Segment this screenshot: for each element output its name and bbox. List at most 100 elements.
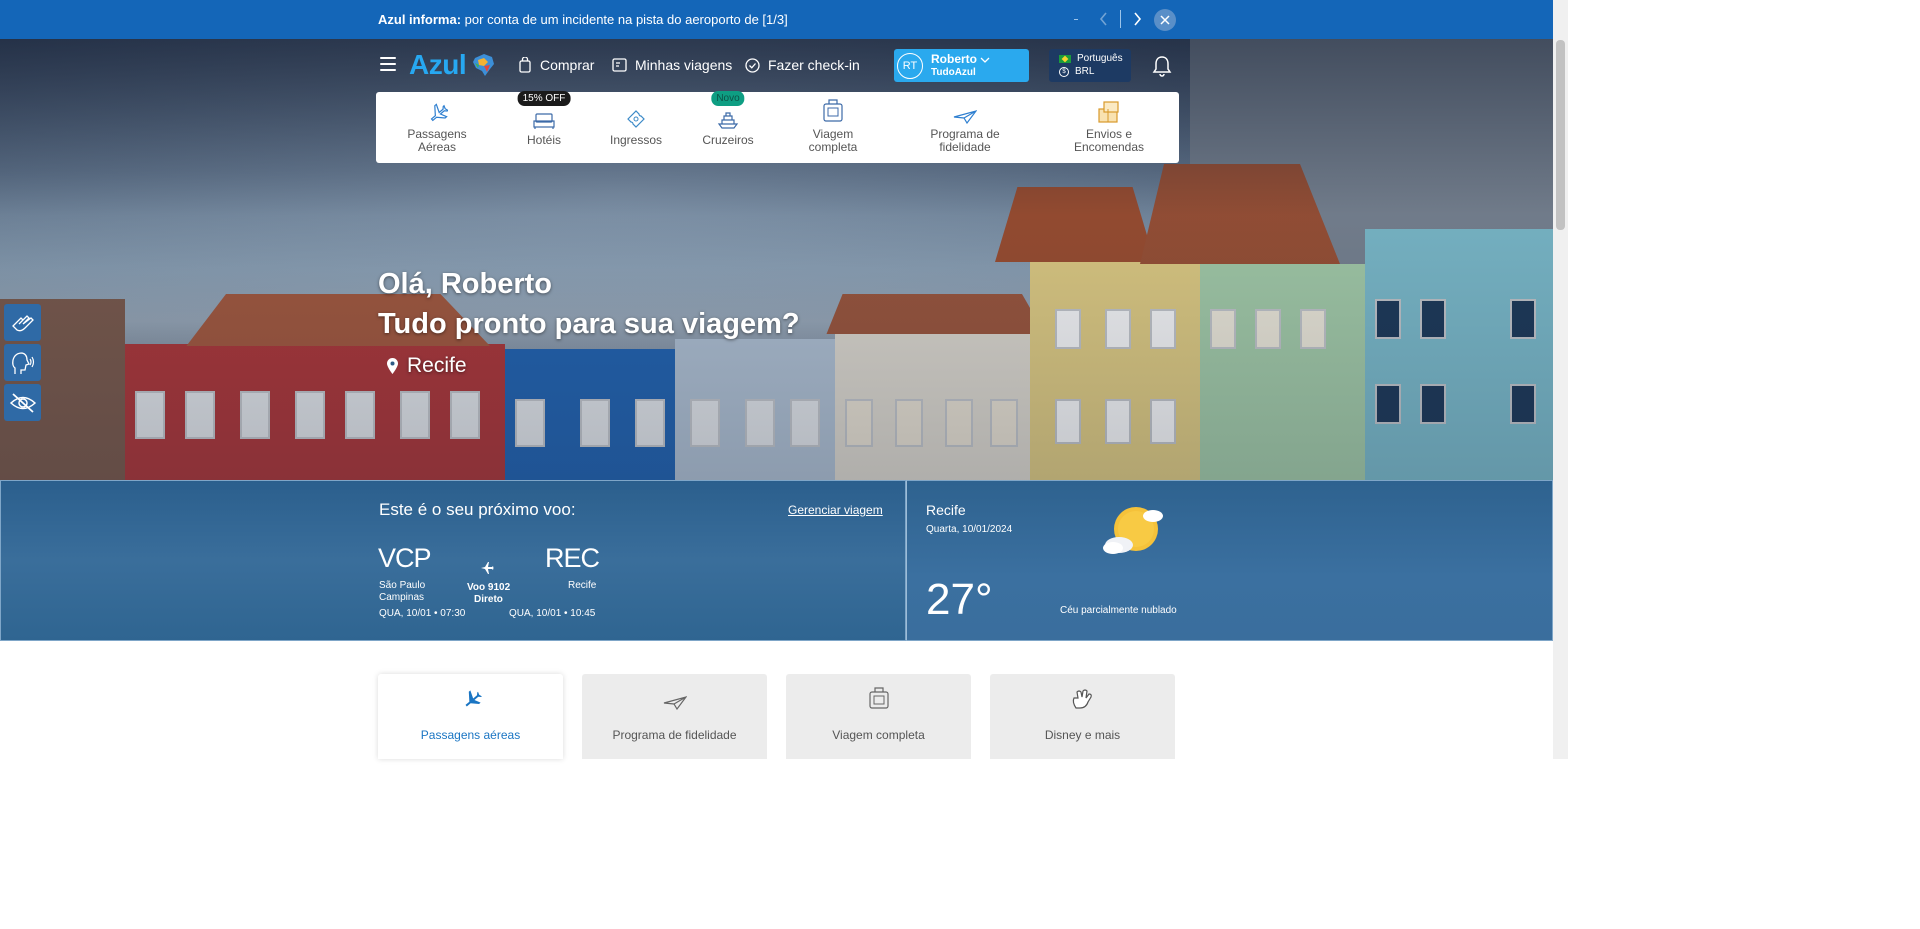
origin-datetime: QUA, 10/01 • 07:30 [379,608,466,619]
prev-arrow-icon[interactable] [1094,8,1114,30]
currency-icon: $ [1059,66,1069,77]
tab-passagens-aereas[interactable]: Passagens aéreas [378,674,563,759]
greeting-line-1: Olá, Roberto [378,268,553,300]
notifications-bell-icon[interactable] [1152,55,1172,77]
discount-badge: 15% OFF [517,91,571,106]
tab-label: Disney e mais [1044,728,1121,742]
origin-city-1: São Paulo [379,580,426,591]
product-hoteis[interactable]: 15% OFF Hotéis [513,91,575,163]
product-label: Passagens Aéreas [407,127,467,154]
nav-fazer-check-in-label: Fazer check-in [768,57,860,73]
next-flight-panel: Este é o seu próximo voo: Gerenciar viag… [0,480,906,641]
tab-label: Passagens aéreas [420,728,521,742]
product-viagem-completa[interactable]: Viagem completa [798,92,868,163]
plane-icon [430,103,448,122]
product-envios-e-encomendas[interactable]: Envios e Encomendas [1068,92,1150,163]
user-account-button[interactable]: RT Roberto TudoAzul [894,49,1029,82]
product-label: Ingressos [609,133,663,147]
plane-icon [465,690,482,707]
package-icon [1098,101,1119,123]
nav-comprar-label: Comprar [540,57,595,73]
weather-condition: Céu parcialmente nublado [1060,605,1177,616]
currency-label: BRL [1075,66,1095,77]
chevron-down-icon [980,57,990,63]
divider [1120,10,1121,28]
location-label: Recife [407,354,467,377]
glove-icon [1072,689,1092,709]
product-menu: Passagens Aéreas 15% OFF Hotéis Ingresso… [376,91,1179,163]
scrollbar-thumb[interactable] [1556,40,1565,230]
product-label: Viagem completa [808,127,858,154]
weather-date: Quarta, 10/01/2024 [926,524,1013,535]
azul-logo[interactable]: Azul [409,49,496,81]
announcement-text: por conta de um incidente na pista do ae… [461,12,788,27]
new-badge: Novo [711,91,745,106]
cruise-icon [717,112,739,129]
user-name: Roberto [931,51,977,66]
hamburger-menu-icon[interactable] [380,57,396,71]
weather-city: Recife [926,502,966,518]
product-label: Programa de fidelidade [930,127,1000,154]
product-ingressos[interactable]: Ingressos [606,92,666,163]
hotel-icon [533,113,555,129]
next-flight-title: Este é o seu próximo voo: [379,500,576,519]
destination-city: Recife [568,580,597,591]
language-currency-button[interactable]: Português $ BRL [1049,49,1131,82]
greeting: Olá, Roberto Tudo pronto para sua viagem… [378,264,800,344]
nav-minhas-viagens-label: Minhas viagens [635,57,733,73]
location-pin-icon [387,358,398,374]
next-arrow-icon[interactable] [1127,8,1147,30]
flight-number: Voo 9102 [467,582,511,593]
luggage-icon [868,687,889,709]
product-label: Hotéis [526,133,561,147]
logo-text: Azul [409,49,467,80]
product-label: Cruzeiros [702,133,754,147]
hands-icon [11,314,34,331]
nav-comprar[interactable]: Comprar [518,57,594,73]
announcement-message[interactable]: Azul informa: por conta de um incidente … [378,12,788,27]
tab-label: Viagem completa [832,728,925,742]
origin-city-2: Campinas [379,592,425,603]
page-scrollbar[interactable] [1553,0,1568,759]
product-cruzeiros[interactable]: Novo Cruzeiros [698,91,758,163]
destination-datetime: QUA, 10/01 • 10:45 [509,608,596,619]
weather-panel: Recife Quarta, 10/01/2024 27° Céu parcia… [906,480,1553,641]
brazil-flag-icon [1059,54,1071,63]
audio-description-button[interactable] [4,344,41,381]
visual-accessibility-button[interactable] [4,384,41,421]
sign-language-button[interactable] [4,304,41,341]
ticket-icon [627,110,645,128]
speaking-head-icon [11,351,34,374]
weather-temperature: 27° [926,575,993,624]
brazil-map-icon [473,54,495,76]
tab-programa-de-fidelidade[interactable]: Programa de fidelidade [582,674,767,759]
destination-code: REC [545,543,600,573]
language-label: Português [1077,53,1123,64]
tab-label: Programa de fidelidade [612,728,737,742]
tab-disney-e-mais[interactable]: Disney e mais [990,674,1175,759]
origin-code: VCP [378,543,432,573]
close-announcement-button[interactable] [1154,9,1176,31]
product-passagens-aereas[interactable]: Passagens Aéreas [397,92,477,163]
nav-minhas-viagens[interactable]: Minhas viagens [612,57,732,73]
flight-type: Direto [474,594,503,605]
luggage-icon [823,99,843,122]
announcement-indicator [1074,18,1078,20]
greeting-line-2: Tudo pronto para sua viagem? [378,308,800,340]
current-location[interactable]: Recife [386,354,467,378]
product-label: Envios e Encomendas [1073,127,1145,154]
paper-plane-icon [663,696,687,710]
paper-plane-icon [953,110,977,124]
cart-icon [519,57,531,73]
close-icon [1160,15,1170,25]
manage-trip-link[interactable]: Gerenciar viagem [788,503,883,517]
product-programa-de-fidelidade[interactable]: Programa de fidelidade [924,92,1006,163]
announcement-prefix: Azul informa: [378,12,462,27]
announcement-bar: Azul informa: por conta de um incidente … [0,0,1568,39]
nav-fazer-check-in[interactable]: Fazer check-in [745,57,860,73]
tab-viagem-completa[interactable]: Viagem completa [786,674,971,759]
partly-cloudy-icon [1103,507,1163,554]
announcement-nav [1074,8,1147,30]
checkin-icon [745,57,760,73]
avatar: RT [897,52,923,79]
